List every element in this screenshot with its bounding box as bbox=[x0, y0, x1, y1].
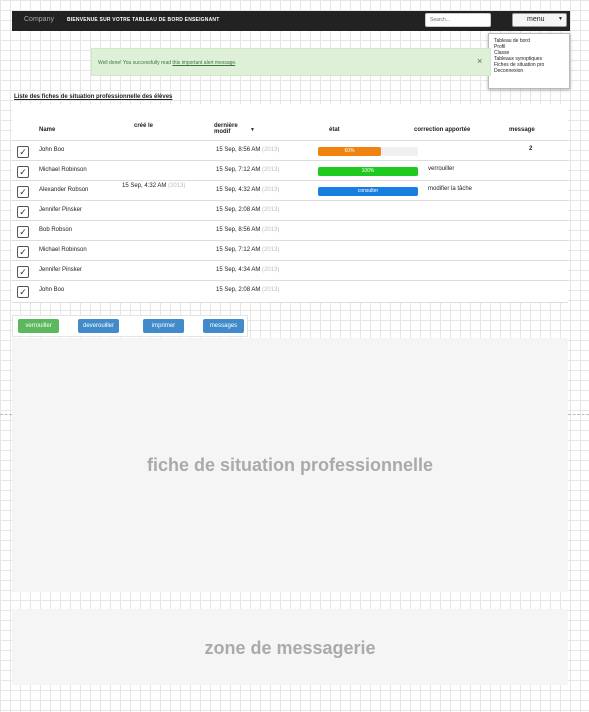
menu-label: menu bbox=[527, 16, 545, 23]
modified-year: (2013) bbox=[262, 287, 280, 293]
student-name[interactable]: Alexander Robson bbox=[39, 187, 88, 193]
action-bar: verrouiller deverouiller imprimer messag… bbox=[12, 315, 248, 337]
alert-end: . bbox=[235, 60, 237, 66]
row-checkbox[interactable]: ✓ bbox=[17, 266, 29, 278]
message-count[interactable]: 2 bbox=[529, 146, 532, 152]
modified-year: (2013) bbox=[262, 167, 280, 173]
modified-date-value: 15 Sep, 8:56 AM bbox=[216, 147, 261, 153]
modified-date: 15 Sep, 8:56 AM (2013) bbox=[216, 147, 279, 153]
guide-line-right bbox=[568, 414, 589, 415]
modified-date-value: 15 Sep, 4:32 AM bbox=[216, 187, 261, 193]
messagerie-panel: zone de messagerie bbox=[12, 609, 568, 685]
list-title: Liste des fiches de situation profession… bbox=[14, 94, 173, 100]
students-table: Name créé le dernière modif ▼ état corre… bbox=[12, 120, 568, 303]
row-checkbox[interactable]: ✓ bbox=[17, 226, 29, 238]
table-row[interactable]: ✓ Jennifer Pinsker 15 Sep, 2:08 AM (2013) bbox=[12, 200, 568, 221]
guide-line-left bbox=[0, 414, 12, 415]
correction-action[interactable]: modifier la tâche bbox=[428, 186, 472, 192]
column-header-state[interactable]: état bbox=[329, 127, 340, 133]
messages-button[interactable]: messages bbox=[203, 319, 244, 333]
column-header-correction[interactable]: correction apportée bbox=[414, 127, 470, 133]
row-checkbox[interactable]: ✓ bbox=[17, 286, 29, 298]
state-progress-fill: 60% bbox=[318, 147, 381, 156]
modified-date-value: 15 Sep, 7:12 AM bbox=[216, 167, 261, 173]
student-name[interactable]: John Boo bbox=[39, 287, 64, 293]
fiche-panel-label: fiche de situation professionnelle bbox=[146, 455, 434, 475]
created-date-value: 15 Sep, 4:32 AM bbox=[122, 183, 167, 189]
modified-year: (2013) bbox=[262, 247, 280, 253]
welcome-title: BIENVENUE SUR VOTRE TABLEAU DE BORD ENSE… bbox=[67, 17, 220, 23]
search-input[interactable] bbox=[425, 13, 491, 27]
modified-date: 15 Sep, 7:12 AM (2013) bbox=[216, 167, 279, 173]
table-row[interactable]: ✓ Alexander Robson 15 Sep, 4:32 AM (2013) 1… bbox=[12, 180, 568, 201]
modified-year: (2013) bbox=[262, 187, 280, 193]
table-row[interactable]: ✓ Bob Robson 15 Sep, 8:56 AM (2013) bbox=[12, 220, 568, 241]
top-navbar: Company BIENVENUE SUR VOTRE TABLEAU DE B… bbox=[12, 11, 570, 31]
modified-year: (2013) bbox=[262, 227, 280, 233]
menu-item-deconnexion[interactable]: Deconnexion bbox=[494, 68, 523, 74]
table-row[interactable]: ✓ Michael Robinson 15 Sep, 7:12 AM (2013) bbox=[12, 240, 568, 261]
modified-date: 15 Sep, 2:08 AM (2013) bbox=[216, 207, 279, 213]
row-checkbox[interactable]: ✓ bbox=[17, 206, 29, 218]
modified-year: (2013) bbox=[262, 267, 280, 273]
student-name[interactable]: Bob Robson bbox=[39, 227, 72, 233]
student-name[interactable]: Michael Robinson bbox=[39, 247, 87, 253]
state-progress[interactable]: consulter bbox=[318, 187, 418, 196]
lock-button[interactable]: verrouiller bbox=[18, 319, 59, 333]
row-checkbox[interactable]: ✓ bbox=[17, 146, 29, 158]
alert-text: Well done! You successfully read bbox=[98, 60, 173, 66]
row-checkbox[interactable]: ✓ bbox=[17, 166, 29, 178]
brand-logo[interactable]: Company bbox=[24, 16, 54, 23]
menu-dropdown: Tableau de bord Profil Classe Tableaux s… bbox=[488, 33, 570, 89]
close-icon[interactable]: × bbox=[477, 56, 482, 66]
student-name[interactable]: Jennifer Pinsker bbox=[39, 207, 82, 213]
state-progress-fill: consulter bbox=[318, 187, 418, 196]
list-header-spacer bbox=[12, 104, 568, 120]
menu-button[interactable]: menu ▼ bbox=[512, 13, 567, 27]
unlock-button[interactable]: deverouiller bbox=[78, 319, 119, 333]
modified-date: 15 Sep, 2:08 AM (2013) bbox=[216, 287, 279, 293]
caret-down-icon: ▼ bbox=[558, 16, 563, 22]
row-checkbox[interactable]: ✓ bbox=[17, 246, 29, 258]
correction-action[interactable]: verrouiller bbox=[428, 166, 454, 172]
modified-year: (2013) bbox=[262, 207, 280, 213]
modified-date: 15 Sep, 8:56 AM (2013) bbox=[216, 227, 279, 233]
column-header-name[interactable]: Name bbox=[39, 127, 55, 133]
state-progress[interactable]: 60% bbox=[318, 147, 418, 156]
column-header-modified[interactable]: dernière modif bbox=[214, 123, 250, 135]
modified-date: 15 Sep, 4:34 AM (2013) bbox=[216, 267, 279, 273]
modified-date-value: 15 Sep, 2:08 AM bbox=[216, 207, 261, 213]
alert-link[interactable]: this important alert message bbox=[172, 60, 235, 66]
student-name[interactable]: Jennifer Pinsker bbox=[39, 267, 82, 273]
messagerie-panel-label: zone de messagerie bbox=[204, 638, 376, 658]
created-date: 15 Sep, 4:32 AM (2013) bbox=[122, 183, 185, 189]
modified-date: 15 Sep, 7:12 AM (2013) bbox=[216, 247, 279, 253]
table-row[interactable]: ✓ Jennifer Pinsker 15 Sep, 4:34 AM (2013) bbox=[12, 260, 568, 281]
modified-year: (2013) bbox=[262, 147, 280, 153]
print-button[interactable]: imprimer bbox=[143, 319, 184, 333]
row-checkbox[interactable]: ✓ bbox=[17, 186, 29, 198]
success-alert: Well done! You successfully read this im… bbox=[91, 48, 491, 76]
sort-desc-icon[interactable]: ▼ bbox=[250, 127, 255, 133]
column-header-created[interactable]: créé le bbox=[134, 123, 158, 129]
modified-date-value: 15 Sep, 4:34 AM bbox=[216, 267, 261, 273]
student-name[interactable]: Michael Robinson bbox=[39, 167, 87, 173]
state-progress-fill: 100% bbox=[318, 167, 418, 176]
created-year: (2013) bbox=[168, 183, 186, 189]
table-row[interactable]: ✓ John Boo 15 Sep, 2:08 AM (2013) bbox=[12, 280, 568, 301]
table-row[interactable]: ✓ Michael Robinson 15 Sep, 7:12 AM (2013) 1… bbox=[12, 160, 568, 181]
student-name[interactable]: John Boo bbox=[39, 147, 64, 153]
alert-message: Well done! You successfully read this im… bbox=[98, 60, 237, 66]
modified-date-value: 15 Sep, 7:12 AM bbox=[216, 247, 261, 253]
modified-date: 15 Sep, 4:32 AM (2013) bbox=[216, 187, 279, 193]
state-progress[interactable]: 100% bbox=[318, 167, 418, 176]
modified-date-value: 15 Sep, 2:08 AM bbox=[216, 287, 261, 293]
modified-date-value: 15 Sep, 8:56 AM bbox=[216, 227, 261, 233]
table-row[interactable]: ✓ John Boo 15 Sep, 8:56 AM (2013) 60% 2 bbox=[12, 140, 568, 161]
fiche-panel: fiche de situation professionnelle bbox=[12, 338, 568, 592]
column-header-message[interactable]: message bbox=[509, 127, 535, 133]
